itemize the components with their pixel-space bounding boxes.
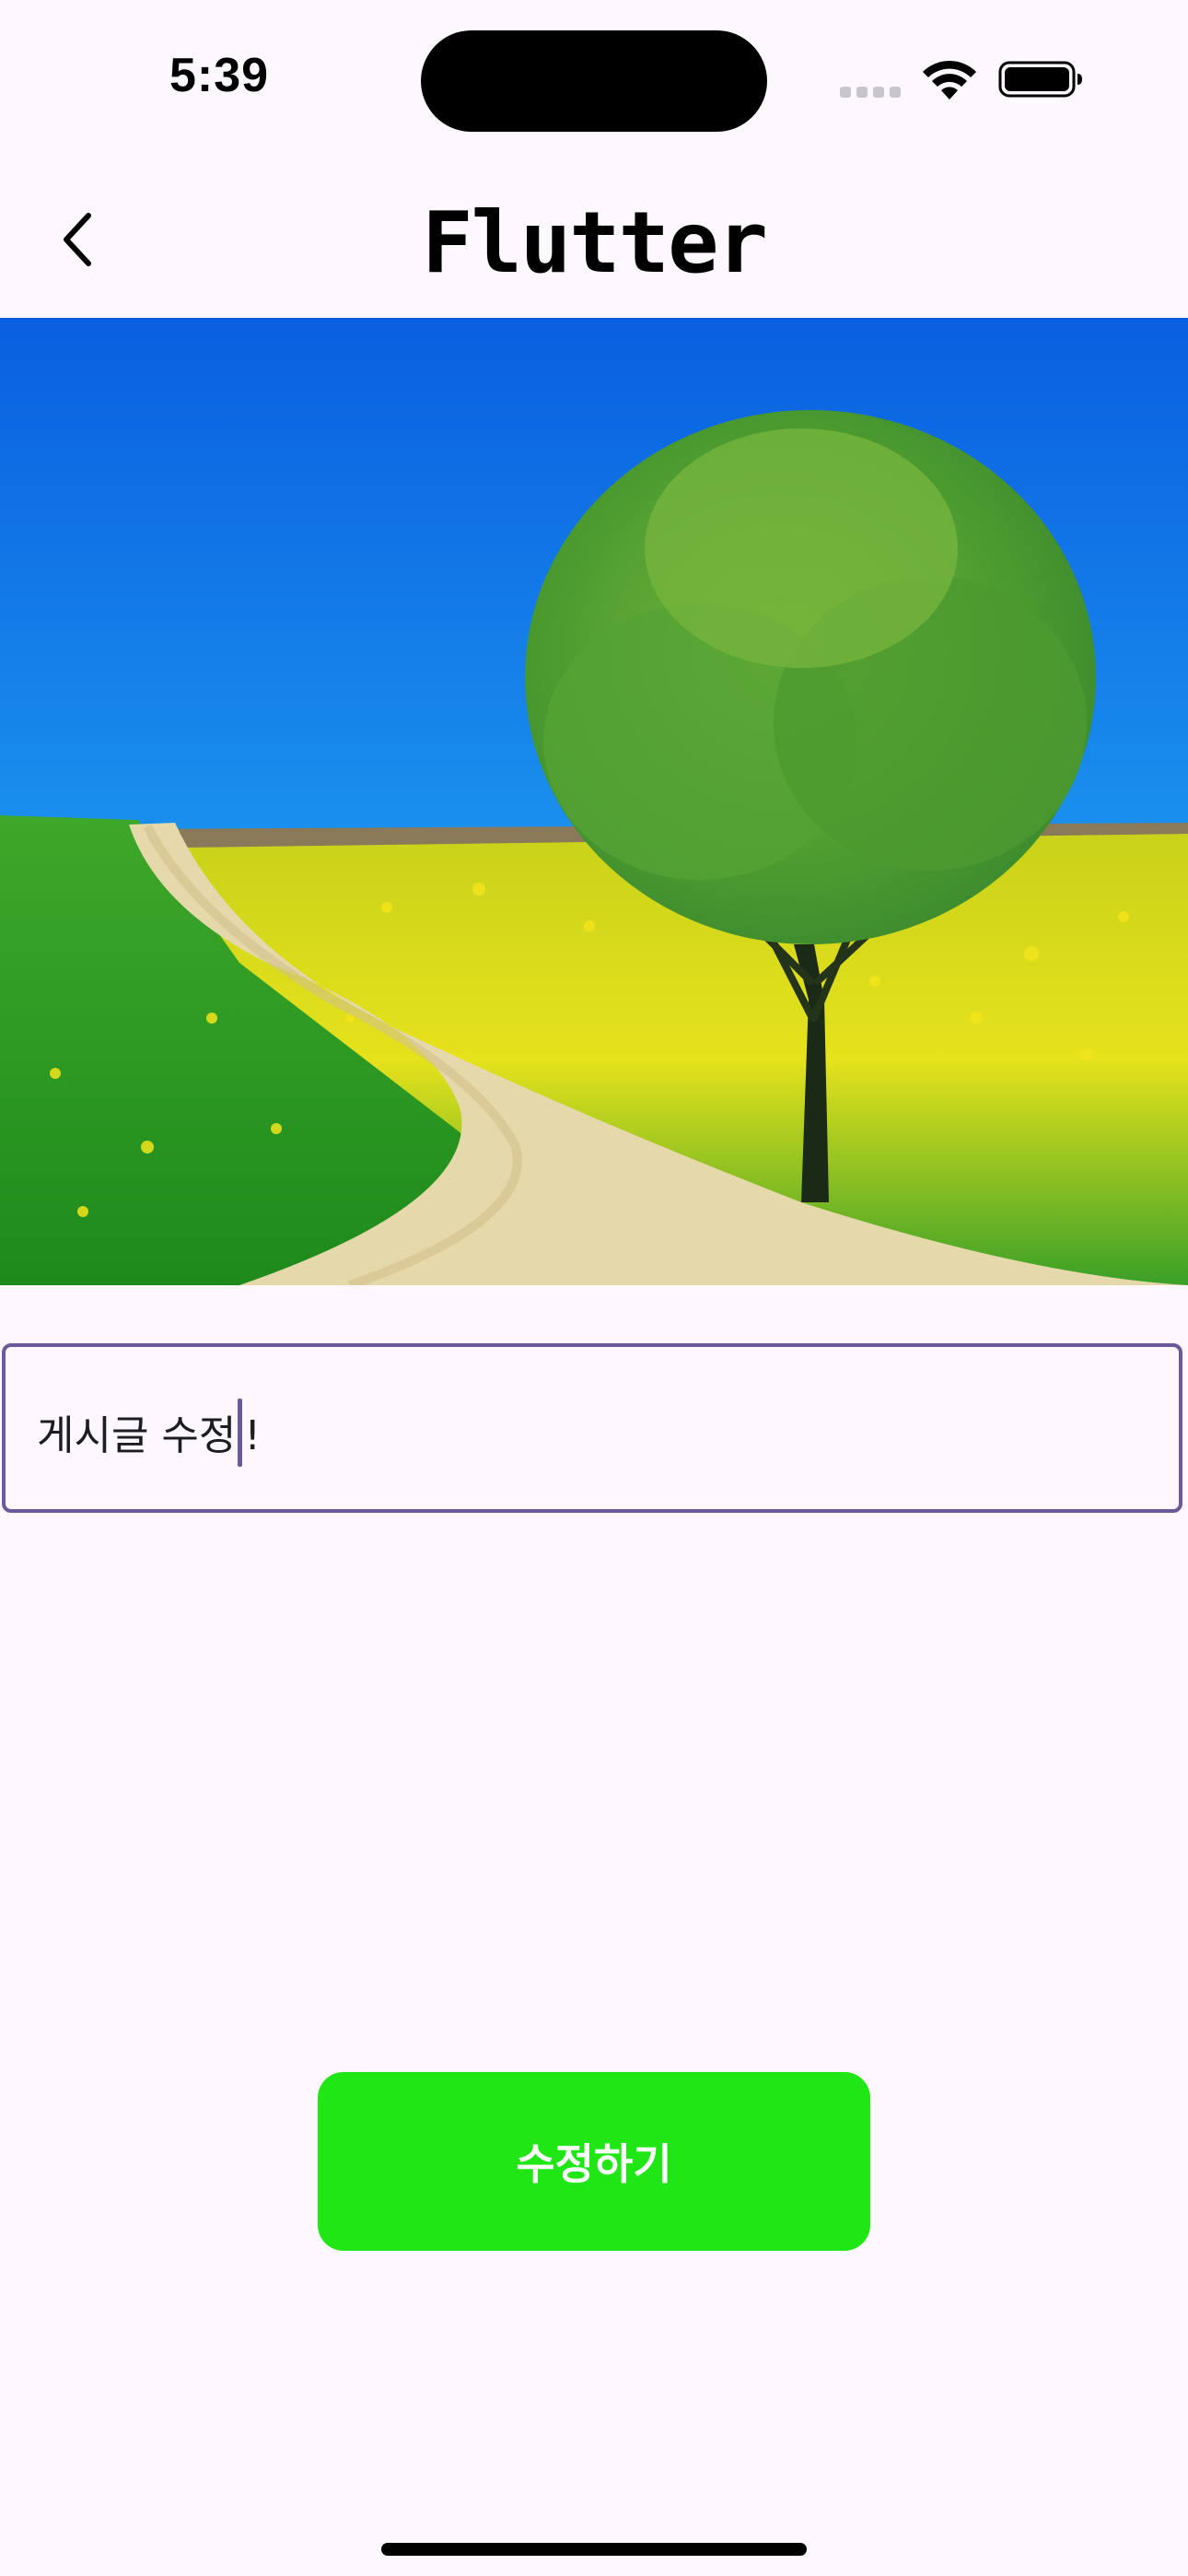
dynamic-island [421, 30, 767, 132]
home-indicator[interactable] [381, 2543, 807, 2556]
text-after-caret: ! [244, 1412, 262, 1459]
text-caret [238, 1399, 243, 1467]
status-bar: 5:39 [0, 0, 1188, 157]
wifi-icon [923, 60, 976, 100]
post-text-field[interactable]: 게시글 수정! [2, 1343, 1182, 1513]
battery-icon [998, 61, 1082, 98]
cellular-signal-icon [840, 87, 904, 98]
text-before-caret: 게시글 수정 [37, 1412, 237, 1459]
status-time: 5:39 [169, 49, 270, 102]
app-bar: Flutter [0, 157, 1188, 318]
edit-submit-button[interactable]: 수정하기 [318, 2072, 870, 2251]
post-image [0, 318, 1188, 1285]
page-title: Flutter [422, 193, 768, 292]
status-icons [840, 55, 1089, 101]
post-text-value: 게시글 수정! [37, 1399, 262, 1467]
